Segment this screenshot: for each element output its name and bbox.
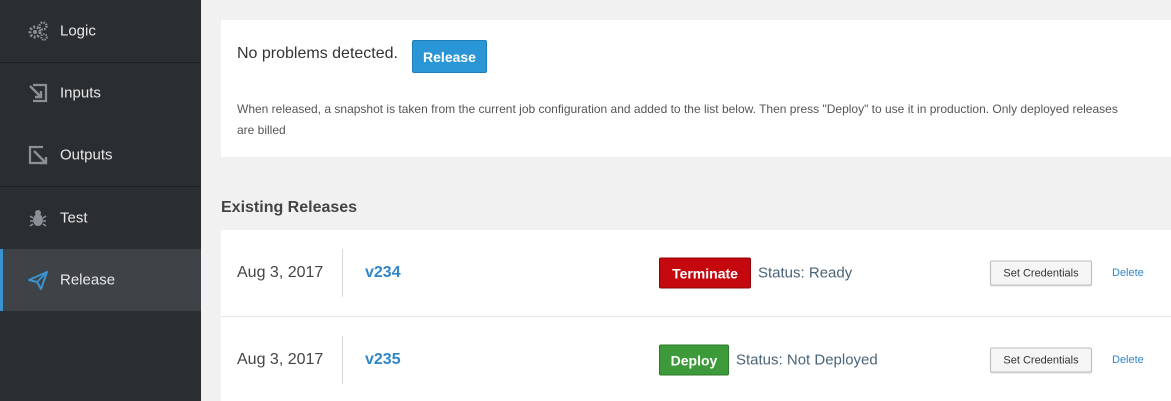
- release-panel: No problems detected. Release When relea…: [221, 20, 1171, 157]
- release-row: Aug 3, 2017 v235 Deploy Status: Not Depl…: [221, 317, 1171, 401]
- paper-plane-icon: [28, 271, 48, 290]
- delete-link[interactable]: Delete: [1112, 354, 1144, 366]
- deploy-button[interactable]: Deploy: [659, 344, 729, 376]
- release-date: Aug 3, 2017: [237, 351, 324, 368]
- output-arrow-icon: [28, 145, 48, 165]
- row-separator: [342, 249, 343, 297]
- release-row: Aug 3, 2017 v234 Terminate Status: Ready…: [221, 230, 1171, 316]
- release-button[interactable]: Release: [412, 40, 487, 73]
- release-status: Status: Ready: [758, 264, 853, 282]
- sidebar-item-inputs[interactable]: Inputs: [0, 62, 201, 124]
- sidebar: Logic Inputs Outputs Test Release: [0, 0, 201, 401]
- sidebar-item-logic[interactable]: Logic: [0, 0, 201, 62]
- validation-status: No problems detected.: [237, 45, 398, 62]
- sidebar-item-label: Outputs: [60, 146, 113, 164]
- sidebar-item-outputs[interactable]: Outputs: [0, 124, 201, 186]
- sidebar-item-test[interactable]: Test: [0, 187, 201, 249]
- gears-icon: [28, 21, 48, 41]
- set-credentials-button[interactable]: Set Credentials: [990, 347, 1092, 373]
- sidebar-item-label: Release: [60, 271, 116, 289]
- release-date: Aug 3, 2017: [237, 264, 324, 281]
- delete-link[interactable]: Delete: [1112, 267, 1144, 279]
- release-note: When released, a snapshot is taken from …: [237, 102, 1118, 137]
- set-credentials-button[interactable]: Set Credentials: [990, 260, 1092, 286]
- release-status: Status: Not Deployed: [736, 351, 878, 369]
- sidebar-item-release[interactable]: Release: [0, 249, 201, 311]
- release-version-link[interactable]: v235: [365, 351, 401, 369]
- bug-icon: [29, 210, 47, 227]
- row-separator: [342, 336, 343, 384]
- sidebar-item-label: Inputs: [60, 84, 101, 102]
- sidebar-item-label: Test: [60, 209, 88, 227]
- release-version-link[interactable]: v234: [365, 264, 401, 282]
- existing-releases-title: Existing Releases: [221, 199, 358, 216]
- input-arrow-icon: [29, 83, 48, 103]
- terminate-button[interactable]: Terminate: [659, 257, 751, 289]
- sidebar-item-label: Logic: [60, 22, 96, 40]
